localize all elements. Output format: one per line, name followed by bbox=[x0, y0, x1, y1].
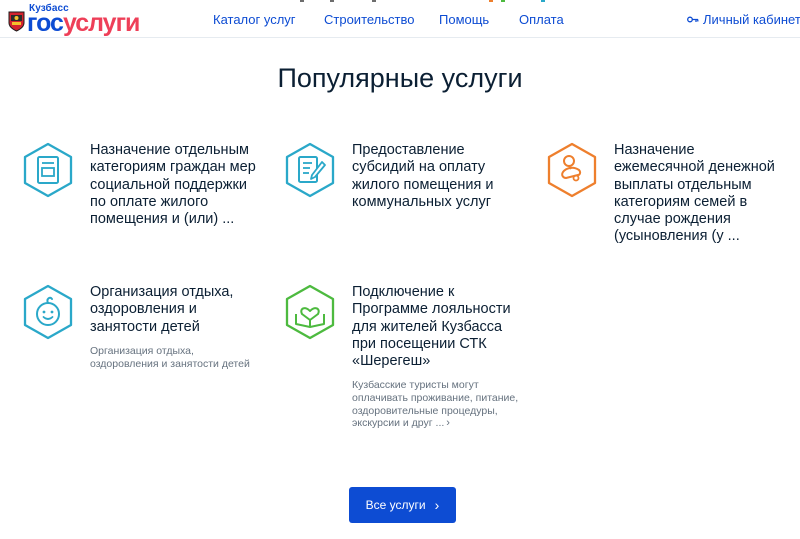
nav-construction[interactable]: Строительство bbox=[324, 12, 414, 27]
service-card[interactable]: Предоставление субсидий на оплату жилого… bbox=[284, 142, 524, 222]
nav-payment[interactable]: Оплата bbox=[519, 12, 564, 27]
service-description: Кузбасские туристы могут оплачивать прож… bbox=[352, 379, 520, 430]
personal-cabinet-link[interactable]: Личный кабинет bbox=[687, 12, 800, 27]
logo-part-uslugi: услуги bbox=[62, 9, 140, 37]
all-services-label: Все услуги bbox=[365, 498, 426, 512]
key-icon bbox=[687, 13, 700, 27]
edit-document-icon bbox=[285, 142, 335, 198]
service-card[interactable]: Назначение отдельным категориям граждан … bbox=[22, 142, 262, 252]
chevron-right-icon: › bbox=[434, 497, 440, 513]
chevron-right-icon[interactable]: › bbox=[446, 417, 450, 430]
document-icon bbox=[23, 142, 73, 198]
nav-help[interactable]: Помощь bbox=[439, 12, 489, 27]
nav-catalog[interactable]: Каталог услуг bbox=[213, 12, 296, 27]
logo-part-gos: гос bbox=[27, 9, 64, 37]
service-description: Организация отдыха, оздоровления и занят… bbox=[90, 345, 250, 370]
service-title[interactable]: Организация отдыха, оздоровления и занят… bbox=[90, 284, 262, 336]
logo-wordmark: госуслуги bbox=[27, 9, 140, 37]
service-title[interactable]: Назначение отдельным категориям граждан … bbox=[90, 142, 262, 228]
service-card[interactable]: Организация отдыха, оздоровления и занят… bbox=[22, 284, 262, 374]
pacifier-icon bbox=[547, 142, 597, 198]
heart-book-icon bbox=[285, 284, 335, 340]
service-title[interactable]: Предоставление субсидий на оплату жилого… bbox=[352, 142, 522, 211]
service-description-text: Кузбасские туристы могут оплачивать прож… bbox=[352, 379, 519, 430]
service-card[interactable]: Подключение к Программе лояльности для ж… bbox=[284, 284, 524, 434]
service-card[interactable]: Назначение ежемесячной денежной выплаты … bbox=[546, 142, 786, 252]
personal-cabinet-label: Личный кабинет bbox=[703, 12, 800, 27]
all-services-button[interactable]: Все услуги › bbox=[349, 487, 456, 523]
child-face-icon bbox=[23, 284, 73, 340]
page-title: Популярные услуги bbox=[277, 63, 523, 93]
service-title[interactable]: Подключение к Программе лояльности для ж… bbox=[352, 284, 524, 370]
gosuslugi-logo[interactable]: Кузбасс госуслуги bbox=[8, 3, 158, 37]
service-title[interactable]: Назначение ежемесячной денежной выплаты … bbox=[614, 142, 786, 246]
kuzbass-emblem-icon bbox=[8, 11, 25, 32]
header: Кузбасс госуслуги Каталог услуг Строител… bbox=[0, 0, 800, 38]
top-decoration bbox=[300, 0, 545, 2]
